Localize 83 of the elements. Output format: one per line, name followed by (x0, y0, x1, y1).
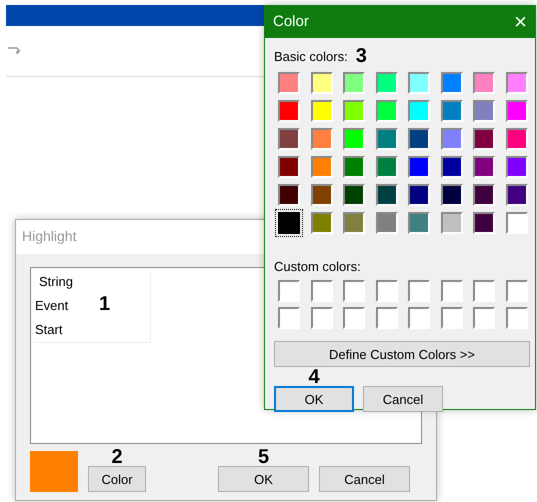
color-swatch[interactable] (278, 212, 300, 234)
color-swatch[interactable] (278, 128, 300, 150)
color-swatch[interactable] (440, 72, 462, 94)
color-swatch[interactable] (376, 184, 398, 206)
ok-button[interactable]: OK (218, 466, 309, 492)
color-swatch[interactable] (278, 72, 300, 94)
color-swatch[interactable] (506, 307, 528, 329)
color-swatch[interactable] (343, 212, 365, 234)
define-colors-button[interactable]: Define Custom Colors >> (274, 341, 530, 367)
color-swatch[interactable] (310, 184, 332, 206)
color-swatch[interactable] (310, 156, 332, 178)
color-swatch[interactable] (376, 280, 398, 302)
color-swatch[interactable] (343, 280, 365, 302)
color-swatch[interactable] (310, 280, 332, 302)
color-swatch[interactable] (278, 307, 300, 329)
color-swatch[interactable] (376, 156, 398, 178)
close-button[interactable]: × (514, 10, 527, 32)
color-swatch[interactable] (278, 156, 300, 178)
color-swatch[interactable] (473, 307, 495, 329)
color-swatch[interactable] (440, 128, 462, 150)
color-swatch[interactable] (473, 156, 495, 178)
color-swatch[interactable] (506, 128, 528, 150)
color-swatch[interactable] (376, 72, 398, 94)
color-swatch[interactable] (408, 184, 430, 206)
cancel-button[interactable]: Cancel (363, 386, 443, 412)
annotation-number: 4 (308, 368, 320, 386)
color-swatch[interactable] (343, 307, 365, 329)
section-label: Custom colors: (274, 258, 361, 274)
color-swatch[interactable] (506, 100, 528, 122)
annotation-number: 3 (356, 47, 367, 65)
color-swatch[interactable] (473, 100, 495, 122)
color-swatch[interactable] (343, 128, 365, 150)
color-swatch[interactable] (473, 212, 495, 234)
cancel-button[interactable]: Cancel (319, 466, 410, 492)
color-swatch[interactable] (343, 72, 365, 94)
color-swatch[interactable] (408, 156, 430, 178)
color-swatch[interactable] (278, 280, 300, 302)
ok-button[interactable]: OK (274, 386, 354, 412)
color-button[interactable]: Color (88, 466, 146, 492)
color-swatch[interactable] (408, 100, 430, 122)
color-swatch[interactable] (376, 212, 398, 234)
list-item[interactable]: Start (35, 318, 62, 342)
color-swatch[interactable] (310, 72, 332, 94)
color-swatch[interactable] (310, 212, 332, 234)
color-swatch[interactable] (473, 72, 495, 94)
color-swatch[interactable] (440, 184, 462, 206)
color-swatch[interactable] (506, 156, 528, 178)
color-swatch[interactable] (376, 128, 398, 150)
color-swatch[interactable] (278, 184, 300, 206)
color-swatch[interactable] (408, 128, 430, 150)
color-swatch[interactable] (376, 307, 398, 329)
color-swatch[interactable] (473, 128, 495, 150)
color-swatch[interactable] (473, 280, 495, 302)
arrow-icon (7, 46, 21, 56)
color-swatch[interactable] (310, 100, 332, 122)
color-swatch[interactable] (408, 307, 430, 329)
color-swatch[interactable] (343, 156, 365, 178)
list-item[interactable]: String (39, 270, 73, 294)
color-swatch[interactable] (310, 128, 332, 150)
color-swatch[interactable] (473, 184, 495, 206)
color-swatch[interactable] (408, 212, 430, 234)
color-swatch[interactable] (376, 100, 398, 122)
window-title: Color (273, 13, 309, 30)
annotation-number: 2 (111, 448, 123, 466)
color-swatch[interactable] (506, 212, 528, 234)
annotation-number: 1 (99, 295, 110, 313)
color-swatch[interactable] (440, 100, 462, 122)
color-swatch[interactable] (506, 280, 528, 302)
color-swatch[interactable] (408, 72, 430, 94)
color-swatch[interactable] (440, 156, 462, 178)
color-swatch[interactable] (343, 100, 365, 122)
color-swatch[interactable] (278, 100, 300, 122)
list-item[interactable]: Event (35, 294, 68, 318)
color-swatch[interactable] (343, 184, 365, 206)
color-swatch[interactable] (440, 212, 462, 234)
color-swatch[interactable] (506, 184, 528, 206)
color-swatch[interactable] (408, 280, 430, 302)
color-swatch[interactable] (310, 307, 332, 329)
annotation-number: 5 (258, 448, 270, 466)
color-swatch[interactable] (506, 72, 528, 94)
color-swatch[interactable] (440, 307, 462, 329)
section-label: Basic colors: (274, 48, 348, 64)
color-swatch[interactable] (440, 280, 462, 302)
